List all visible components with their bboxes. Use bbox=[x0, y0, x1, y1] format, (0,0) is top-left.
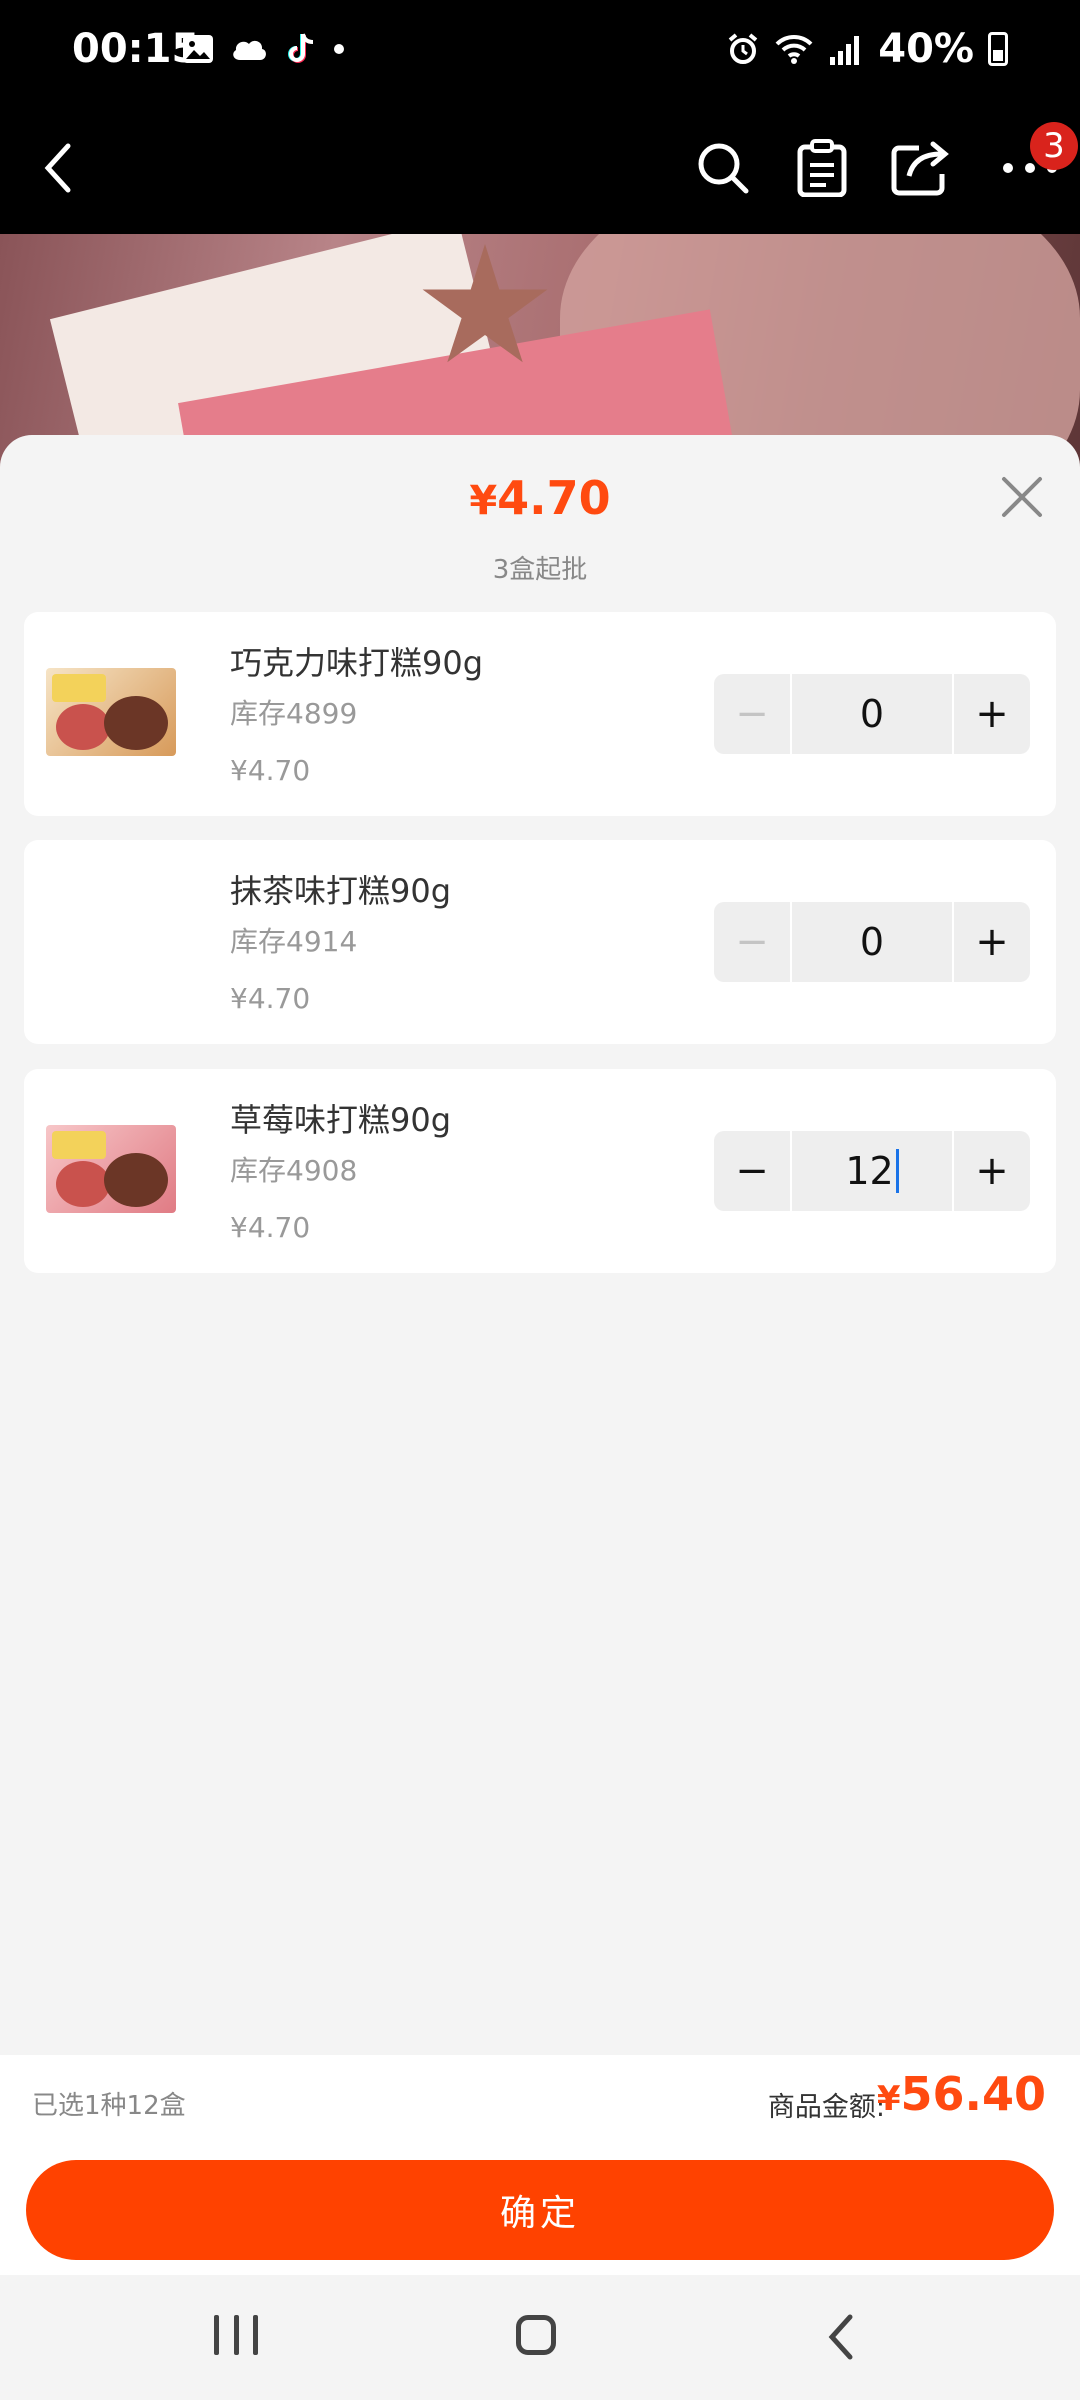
tiktok-icon bbox=[288, 33, 314, 63]
sku-name: 草莓味打糕90g bbox=[230, 1101, 452, 1139]
sku-thumbnail bbox=[46, 1125, 176, 1213]
selected-summary: 已选1种12盒 bbox=[32, 2091, 186, 2121]
alarm-icon bbox=[728, 33, 758, 64]
quantity-input[interactable]: 0 bbox=[790, 902, 954, 982]
sku-name: 抹茶味打糕90g bbox=[230, 872, 452, 910]
quantity-stepper: − 0 + bbox=[714, 902, 1030, 982]
sku-item: 巧克力味打糕90g 库存4899 ¥4.70 − 0 + bbox=[24, 612, 1056, 816]
cloud-icon bbox=[233, 40, 266, 60]
clipboard-button[interactable] bbox=[782, 128, 862, 208]
sku-price: ¥4.70 bbox=[230, 754, 311, 787]
total-value: 56.40 bbox=[900, 2067, 1046, 2121]
back-arrow-icon bbox=[44, 143, 71, 193]
decrease-button[interactable]: − bbox=[714, 902, 790, 982]
search-button[interactable] bbox=[683, 128, 763, 208]
sku-stock: 库存4914 bbox=[230, 925, 358, 958]
status-right-icons: 40% bbox=[726, 26, 1008, 72]
confirm-button[interactable]: 确定 bbox=[26, 2160, 1054, 2260]
share-icon bbox=[891, 141, 949, 196]
sku-price: ¥4.70 bbox=[230, 1211, 311, 1244]
share-button[interactable] bbox=[880, 128, 960, 208]
wifi-icon bbox=[775, 34, 813, 64]
home-button[interactable] bbox=[516, 2315, 556, 2355]
quantity-stepper: − 0 + bbox=[714, 674, 1030, 754]
increase-button[interactable]: + bbox=[954, 1131, 1030, 1211]
sku-item: 草莓味打糕90g 库存4908 ¥4.70 − 12 + bbox=[24, 1069, 1056, 1273]
battery-icon bbox=[988, 32, 1008, 66]
sku-thumbnail bbox=[46, 668, 176, 756]
price-value: 4.70 bbox=[497, 471, 611, 525]
back-button[interactable] bbox=[18, 128, 98, 208]
gallery-icon bbox=[183, 35, 213, 63]
close-icon bbox=[1002, 477, 1042, 517]
quantity-value: 12 bbox=[845, 1149, 894, 1193]
signal-icon bbox=[830, 36, 860, 65]
quantity-input[interactable]: 0 bbox=[790, 674, 954, 754]
sku-name: 巧克力味打糕90g bbox=[230, 644, 484, 682]
dot-icon bbox=[334, 44, 344, 54]
price-currency: ¥ bbox=[469, 478, 498, 524]
close-button[interactable] bbox=[990, 465, 1054, 529]
sku-price: ¥4.70 bbox=[230, 982, 311, 1015]
sheet-price: ¥4.70 bbox=[0, 471, 1080, 525]
total-currency: ¥ bbox=[876, 2079, 901, 2119]
clipboard-icon bbox=[797, 139, 847, 197]
increase-button[interactable]: + bbox=[954, 674, 1030, 754]
min-order-text: 3盒起批 bbox=[492, 555, 588, 585]
status-notification-icons bbox=[182, 32, 346, 66]
more-button[interactable]: 3 bbox=[990, 122, 1078, 208]
quantity-value: 0 bbox=[859, 920, 885, 964]
search-icon bbox=[698, 143, 749, 194]
quantity-input[interactable]: 12 bbox=[790, 1131, 954, 1211]
top-nav: 3 bbox=[0, 108, 1080, 234]
notification-badge: 3 bbox=[1030, 122, 1078, 170]
decrease-button[interactable]: − bbox=[714, 674, 790, 754]
back-chevron-icon bbox=[828, 2314, 853, 2360]
status-bar: 00:15 40% bbox=[0, 0, 1080, 108]
system-nav-bar bbox=[0, 2275, 1080, 2400]
battery-percent: 40% bbox=[878, 26, 974, 72]
quantity-stepper: − 12 + bbox=[714, 1131, 1030, 1211]
system-back-button[interactable] bbox=[820, 2313, 864, 2361]
increase-button[interactable]: + bbox=[954, 902, 1030, 982]
sku-stock: 库存4908 bbox=[230, 1154, 358, 1187]
total-amount: ¥56.40 bbox=[877, 2067, 1046, 2121]
total-label: 商品金额: bbox=[767, 2092, 885, 2123]
status-time: 00:15 bbox=[72, 26, 200, 72]
decrease-button[interactable]: − bbox=[714, 1131, 790, 1211]
text-cursor bbox=[895, 1149, 899, 1193]
order-footer: 已选1种12盒 商品金额: ¥56.40 确定 bbox=[0, 2055, 1080, 2275]
sku-item: 抹茶味打糕90g 库存4914 ¥4.70 − 0 + bbox=[24, 840, 1056, 1044]
quantity-value: 0 bbox=[859, 692, 885, 736]
recent-apps-button[interactable] bbox=[214, 2315, 258, 2359]
sku-stock: 库存4899 bbox=[230, 697, 358, 730]
